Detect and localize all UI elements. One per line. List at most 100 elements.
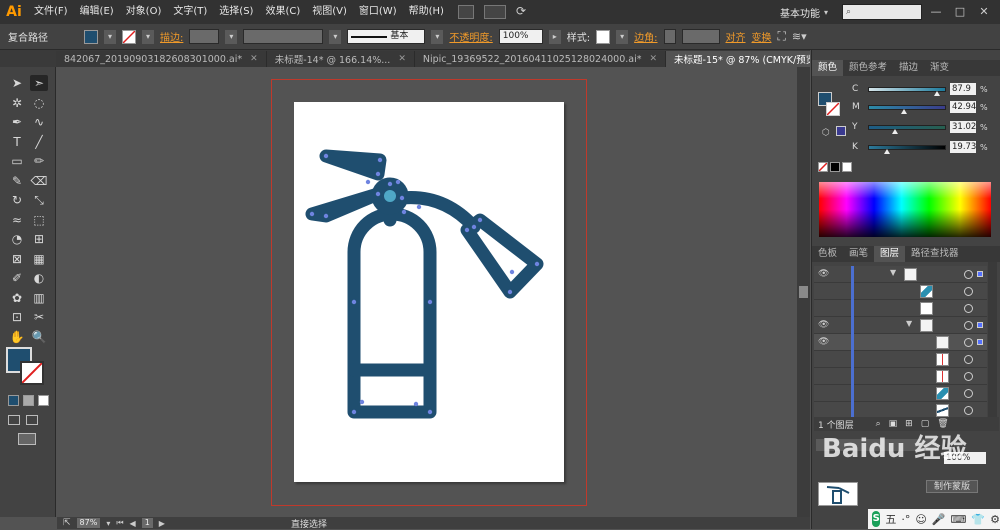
opacity-dropdown[interactable]: ▸ [548,29,561,44]
opacity-link[interactable]: 不透明度: [449,29,492,44]
expand-triangle-icon[interactable]: ▼ [890,268,896,277]
slider-track[interactable] [868,124,946,134]
isolate-object-icon[interactable]: ⛶ [778,29,786,44]
layer-row[interactable]: 👁 [814,334,987,351]
anchor-point[interactable] [377,157,383,163]
layer-row[interactable]: 👁 ▼ [814,317,987,334]
variable-width-dropdown[interactable]: ▾ [329,29,342,44]
magic-wand-tool-icon[interactable]: ✲ [8,95,26,111]
transform-link[interactable]: 变换 [752,29,772,44]
close-icon[interactable]: ✕ [649,54,657,64]
align-link[interactable]: 对齐 [726,29,746,44]
microphone-icon[interactable]: 🎤 [932,513,946,526]
variable-width-profile[interactable] [243,29,324,44]
punctuation-icon[interactable]: ·° [901,513,910,526]
target-icon[interactable] [964,287,973,296]
eraser-tool-icon[interactable]: ⌫ [30,173,48,189]
screen-mode-icon[interactable] [18,433,36,445]
layer-row[interactable] [814,385,987,402]
corner-link[interactable]: 边角: [634,29,657,44]
slice-tool-icon[interactable]: ✂ [30,309,48,325]
paintbrush-tool-icon[interactable]: ✏ [30,153,48,169]
menu-object[interactable]: 对象(O) [120,0,168,24]
mesh-tool-icon[interactable]: ⊠ [8,251,26,267]
emoji-icon[interactable]: ☺ [915,513,926,526]
anchor-point[interactable] [416,204,422,210]
ime-mode-label[interactable]: 五 [885,511,896,527]
chevron-down-icon[interactable]: ▾ [106,519,110,528]
layer-row[interactable]: 👁 ▼ [814,266,987,283]
free-transform-tool-icon[interactable]: ⬚ [30,212,48,228]
anchor-point[interactable] [375,171,381,177]
menu-select[interactable]: 选择(S) [213,0,259,24]
anchor-point[interactable] [395,179,401,185]
compound-path[interactable] [305,149,544,419]
normal-mode-icon[interactable] [8,395,19,406]
tab-document-3[interactable]: Nipic_19369522_20160411025128024000.ai* ✕ [414,51,667,67]
stroke-indicator[interactable] [20,361,44,385]
anchor-point[interactable] [351,409,357,415]
sogou-ime-icon[interactable]: S [872,511,881,527]
anchor-point[interactable] [509,269,515,275]
graphic-style-swatch[interactable] [596,29,611,44]
anchor-point[interactable] [351,299,357,305]
slider-track[interactable] [868,104,946,114]
target-icon[interactable] [964,270,973,279]
anchor-point[interactable] [309,211,315,217]
none-mode-icon[interactable] [38,395,49,406]
layer-row[interactable] [814,283,987,300]
stroke-dropdown[interactable]: ▾ [142,29,154,44]
warp-tool-icon[interactable]: ≈ [8,212,26,228]
anchor-point[interactable] [464,227,470,233]
selection-tool-icon[interactable]: ➤ [8,75,26,91]
draw-normal-icon[interactable] [8,415,20,425]
slider-value[interactable]: 42.94 [950,101,976,113]
stroke-weight-dropdown[interactable]: ▾ [225,29,238,44]
opacity-field[interactable]: 100% [498,29,543,44]
artboard-tool-icon[interactable]: ⊡ [8,309,26,325]
layer-row[interactable] [814,351,987,368]
tab-pathfinder[interactable]: 路径查找器 [905,246,965,262]
next-artboard-icon[interactable]: ▶ [159,519,165,528]
anchor-point[interactable] [427,409,433,415]
lasso-tool-icon[interactable]: ◌ [30,95,48,111]
target-icon[interactable] [964,321,973,330]
first-artboard-icon[interactable]: ⏮ [116,518,123,528]
stroke-color-box[interactable] [826,102,840,116]
menu-view[interactable]: 视图(V) [306,0,353,24]
artboard-number-field[interactable]: 1 [141,518,153,528]
close-button[interactable]: ✕ [974,4,994,20]
selection-indicator[interactable] [977,271,983,277]
hand-tool-icon[interactable]: ✋ [8,329,26,345]
anchor-point[interactable] [401,209,407,215]
eye-icon[interactable]: 👁 [818,269,830,279]
anchor-point[interactable] [359,399,365,405]
maximize-button[interactable]: □ [950,4,970,20]
search-input[interactable]: ⌕ [842,4,922,20]
rectangle-tool-icon[interactable]: ▭ [8,153,26,169]
slider-thumb[interactable] [891,128,898,134]
menu-window[interactable]: 窗口(W) [353,0,403,24]
tab-brushes[interactable]: 画笔 [843,246,874,262]
slider-k[interactable]: K 19.73 % [852,140,997,154]
target-icon[interactable] [964,338,973,347]
upper-handle[interactable] [319,149,387,181]
eye-icon[interactable]: 👁 [818,320,830,330]
stroke-weight-field[interactable] [189,29,220,44]
stroke-link[interactable]: 描边: [160,29,183,44]
slider-m[interactable]: M 42.94 % [852,100,997,114]
fill-swatch[interactable] [84,29,98,44]
column-graph-tool-icon[interactable]: ▥ [30,290,48,306]
slider-value[interactable]: 31.02 [950,121,976,133]
fill-dropdown[interactable]: ▾ [104,29,116,44]
make-mask-button[interactable]: 制作蒙版 [926,480,978,493]
pen-tool-icon[interactable]: ✒ [8,114,26,130]
target-icon[interactable] [964,304,973,313]
panel-options-icon[interactable]: ≋▾ [792,30,807,43]
anchor-point[interactable] [471,224,477,230]
pencil-tool-icon[interactable]: ✎ [8,173,26,189]
object-thumbnail[interactable] [818,482,858,506]
workspace-switcher[interactable]: 基本功能 [780,5,820,20]
anchor-point[interactable] [365,179,371,185]
anchor-point[interactable] [323,153,329,159]
